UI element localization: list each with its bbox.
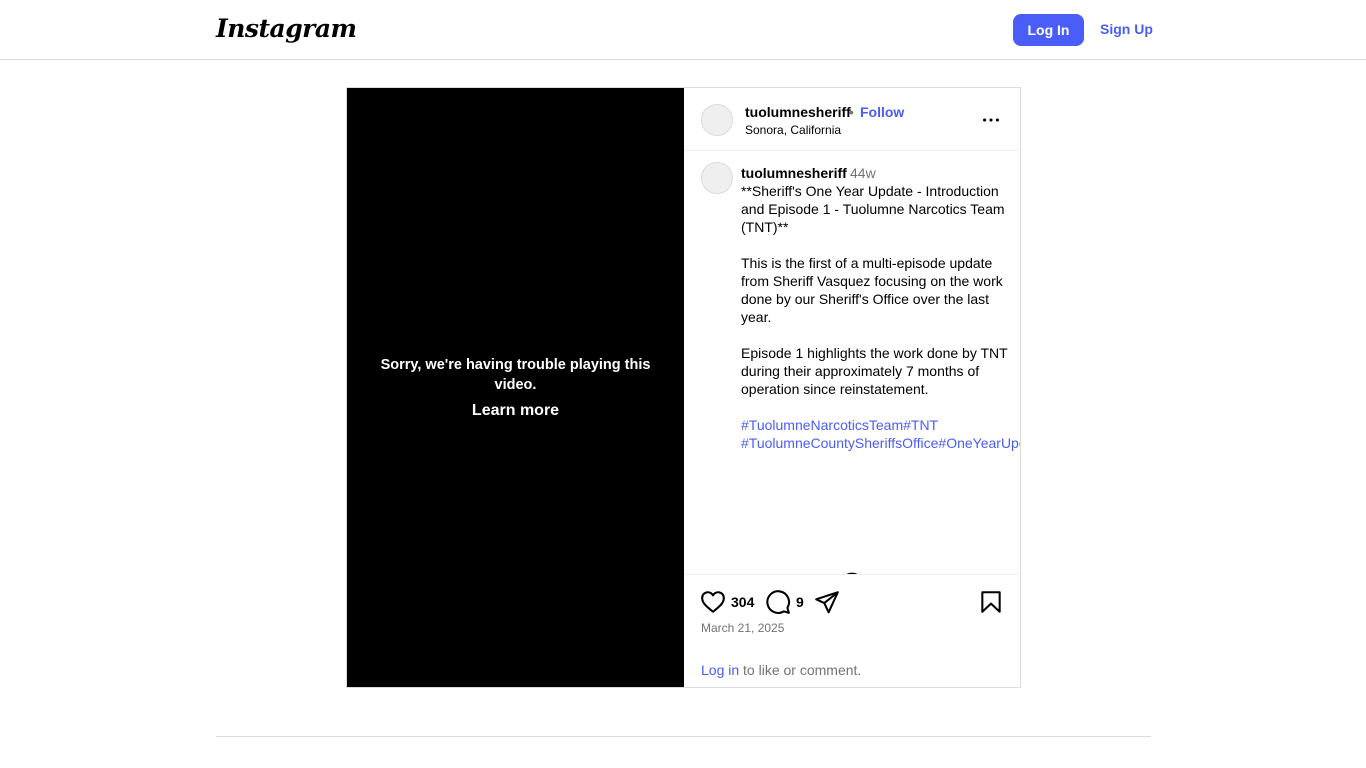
comment-bubble-icon[interactable]	[765, 589, 791, 615]
hashtag-link[interactable]: #OneYearUpdate	[938, 435, 1020, 451]
post-date: March 21, 2025	[701, 621, 785, 635]
signup-link[interactable]: Sign Up	[1100, 21, 1153, 37]
hashtag-link[interactable]: #TuolumneNarcoticsTeam	[741, 417, 903, 433]
instagram-logo[interactable]: Instagram	[216, 14, 357, 43]
paper-plane-icon[interactable]	[814, 589, 840, 615]
separator-dot: •	[849, 104, 854, 120]
more-horizontal-icon[interactable]	[980, 109, 1002, 131]
login-prompt-link[interactable]: Log in	[701, 662, 739, 678]
hashtag-link[interactable]: #TuolumneCountySheriffsOffice	[741, 435, 938, 451]
follow-button[interactable]: Follow	[860, 104, 904, 120]
top-navigation-bar: Instagram Log In Sign Up	[0, 0, 1366, 60]
video-player[interactable]: Sorry, we're having trouble playing this…	[347, 88, 684, 687]
caption-hashtags: #TuolumneNarcoticsTeam#TNT #TuolumneCoun…	[741, 416, 1020, 452]
learn-more-link[interactable]: Learn more	[347, 402, 684, 420]
login-prompt-text: to like or comment.	[739, 662, 862, 678]
bookmark-icon[interactable]	[978, 589, 1004, 615]
video-error-message: Sorry, we're having trouble playing this…	[380, 357, 651, 393]
author-username[interactable]: tuolumnesheriff	[745, 104, 851, 120]
login-button[interactable]: Log In	[1013, 14, 1084, 46]
post-side-panel: tuolumnesheriff • Follow Sonora, Califor…	[684, 88, 1020, 687]
heart-icon[interactable]	[700, 589, 726, 615]
caption-text: **Sheriff's One Year Update - Introducti…	[741, 183, 1008, 397]
caption-username[interactable]: tuolumnesheriff	[741, 165, 847, 181]
caption-author-avatar[interactable]	[701, 162, 733, 194]
login-prompt: Log in to like or comment.	[701, 662, 861, 678]
post-location[interactable]: Sonora, California	[745, 123, 841, 137]
comment-count[interactable]: 9	[796, 594, 804, 610]
comments-section[interactable]: tuolumnesheriff 44w **Sheriff's One Year…	[684, 152, 1020, 574]
like-count[interactable]: 304	[731, 594, 754, 610]
author-avatar[interactable]	[701, 104, 733, 136]
caption-timestamp: 44w	[850, 165, 876, 181]
post-card: Sorry, we're having trouble playing this…	[346, 87, 1021, 688]
hashtag-link[interactable]: #TNT	[903, 417, 938, 433]
post-header: tuolumnesheriff • Follow Sonora, Califor…	[684, 88, 1020, 151]
footer-divider	[216, 736, 1151, 737]
post-actions-bar: 304 9 March 21, 2025 Log in to like or c…	[684, 574, 1020, 687]
